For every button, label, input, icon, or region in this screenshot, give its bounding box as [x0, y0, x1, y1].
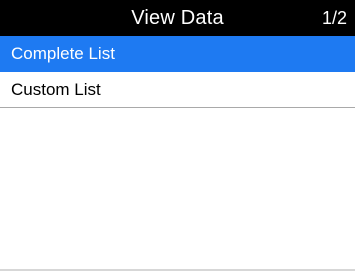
title-bar: View Data 1/2: [0, 0, 355, 36]
page-title: View Data: [131, 7, 224, 29]
list-item-label: Custom List: [11, 80, 101, 99]
list-item-custom-list[interactable]: Custom List: [0, 72, 355, 108]
view-data-screen: View Data 1/2 Complete List Custom List: [0, 0, 355, 271]
list-item-complete-list[interactable]: Complete List: [0, 36, 355, 72]
page-indicator: 1/2: [321, 8, 347, 28]
view-data-list: Complete List Custom List: [0, 36, 355, 108]
list-item-label: Complete List: [11, 44, 115, 63]
